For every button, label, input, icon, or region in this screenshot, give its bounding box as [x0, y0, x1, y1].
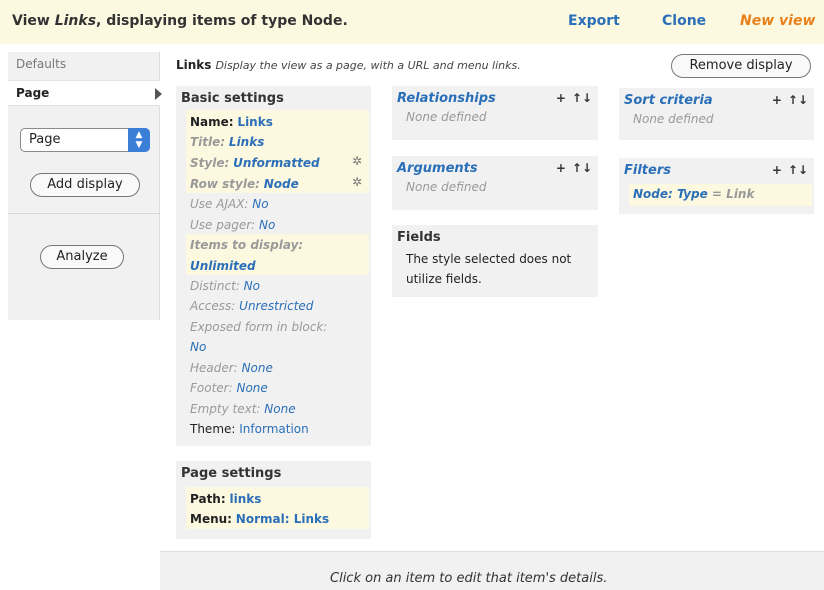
add-filter-icon[interactable]: +	[772, 163, 782, 177]
setting-empty-text[interactable]: Empty text: None	[190, 399, 296, 419]
setting-row-style[interactable]: Row style: Node	[190, 174, 299, 194]
filters-panel: Filters + ↑↓ Node: Type = Link	[619, 158, 814, 214]
add-relationship-icon[interactable]: +	[556, 91, 566, 105]
setting-style[interactable]: Style: Unformatted	[190, 153, 320, 173]
display-name: Links	[176, 58, 212, 72]
edit-instructions: Click on an item to edit that item's det…	[330, 571, 608, 586]
setting-footer[interactable]: Footer: None	[190, 378, 268, 398]
fields-heading: Fields	[397, 230, 441, 245]
sidebar-divider	[8, 213, 160, 214]
clone-link[interactable]: Clone	[662, 13, 706, 29]
setting-items-value[interactable]: Unlimited	[190, 256, 256, 276]
setting-use-pager[interactable]: Use pager: No	[190, 215, 275, 235]
sort-criteria-controls: + ↑↓	[766, 93, 808, 107]
rearrange-sort-icon[interactable]: ↑↓	[788, 93, 808, 107]
rearrange-relationships-icon[interactable]: ↑↓	[572, 91, 592, 105]
export-link[interactable]: Export	[568, 13, 620, 29]
display-type-select[interactable]: Page ▲ ▼	[20, 128, 150, 152]
basic-settings-panel: Basic settings Name: Links Title: Links …	[176, 86, 371, 446]
view-title-suffix: , displaying items of type Node.	[96, 13, 348, 29]
setting-use-ajax[interactable]: Use AJAX: No	[190, 194, 269, 214]
add-argument-icon[interactable]: +	[556, 161, 566, 175]
display-type-value: Page	[29, 132, 61, 147]
display-description: Display the view as a page, with a URL a…	[215, 59, 521, 72]
setting-path[interactable]: Path: links	[190, 489, 261, 509]
relationships-controls: + ↑↓	[550, 91, 592, 105]
view-title-name: Links	[54, 13, 97, 29]
new-view-link[interactable]: New view	[740, 13, 815, 29]
basic-settings-heading: Basic settings	[181, 91, 284, 106]
view-header-bar: View Links, displaying items of type Nod…	[0, 0, 824, 44]
view-title: View Links, displaying items of type Nod…	[12, 13, 348, 29]
setting-exposed-form-value[interactable]: No	[190, 337, 206, 357]
setting-distinct[interactable]: Distinct: No	[190, 276, 260, 296]
sort-criteria-empty: None defined	[633, 112, 714, 126]
remove-display-button[interactable]: Remove display	[671, 54, 811, 78]
setting-items-to-display[interactable]: Items to display:	[190, 235, 303, 255]
select-arrows-icon: ▲ ▼	[128, 128, 150, 152]
row-style-gear-icon[interactable]: ✲	[352, 175, 362, 189]
page-settings-panel: Page settings Path: links Menu: Normal: …	[176, 461, 371, 539]
setting-title[interactable]: Title: Links	[190, 132, 264, 152]
relationships-empty: None defined	[406, 110, 487, 124]
add-display-button[interactable]: Add display	[30, 173, 140, 197]
sort-criteria-panel: Sort criteria + ↑↓ None defined	[619, 88, 814, 140]
add-sort-icon[interactable]: +	[772, 93, 782, 107]
filter-node-type[interactable]: Node: Type = Link	[633, 187, 754, 201]
fields-message: The style selected does not utilize fiel…	[406, 252, 572, 286]
fields-panel: Fields The style selected does not utili…	[392, 225, 598, 297]
filters-controls: + ↑↓	[766, 163, 808, 177]
tab-page[interactable]: Page	[8, 80, 162, 106]
view-title-prefix: View	[12, 13, 55, 29]
setting-exposed-form[interactable]: Exposed form in block:	[190, 317, 327, 337]
details-area: Click on an item to edit that item's det…	[160, 551, 824, 590]
setting-menu[interactable]: Menu: Normal: Links	[190, 509, 329, 529]
display-sidebar: Defaults Page Page ▲ ▼ Add display Analyze	[8, 52, 162, 320]
arguments-panel: Arguments + ↑↓ None defined	[392, 156, 598, 210]
arguments-controls: + ↑↓	[550, 161, 592, 175]
relationships-panel: Relationships + ↑↓ None defined	[392, 86, 598, 140]
tab-defaults[interactable]: Defaults	[8, 52, 160, 78]
tab-page-label: Page	[16, 86, 50, 100]
style-gear-icon[interactable]: ✲	[352, 154, 362, 168]
analyze-button[interactable]: Analyze	[40, 245, 124, 269]
setting-access[interactable]: Access: Unrestricted	[190, 296, 313, 316]
setting-name[interactable]: Name: Links	[190, 112, 273, 132]
setting-header[interactable]: Header: None	[190, 358, 273, 378]
rearrange-filters-icon[interactable]: ↑↓	[788, 163, 808, 177]
display-heading: Links Display the view as a page, with a …	[176, 58, 521, 72]
tab-arrow-icon	[155, 88, 162, 100]
page-settings-heading: Page settings	[181, 466, 282, 481]
rearrange-arguments-icon[interactable]: ↑↓	[572, 161, 592, 175]
arguments-empty: None defined	[406, 180, 487, 194]
setting-theme[interactable]: Theme: Information	[190, 419, 309, 439]
